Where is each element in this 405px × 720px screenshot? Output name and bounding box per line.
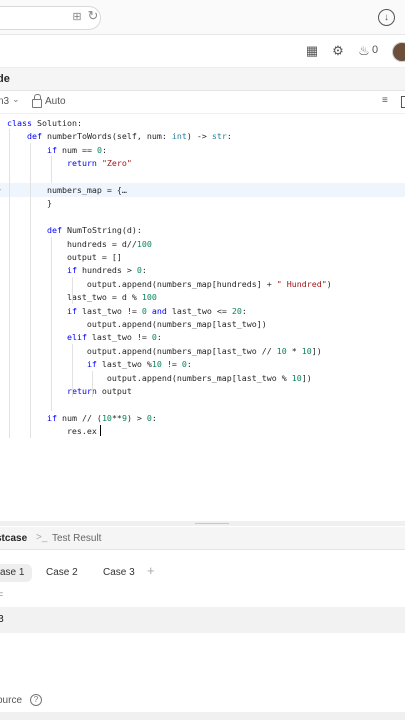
testcase-input[interactable] <box>0 607 405 633</box>
code-line[interactable]: output.append(numbers_map[last_two]) <box>0 317 405 331</box>
format-icon[interactable]: ≡ <box>382 96 393 106</box>
code-editor[interactable]: class Solution: def numberToWords(self, … <box>0 114 405 438</box>
expand-icon[interactable] <box>401 96 405 108</box>
code-line[interactable]: hundreds = d//100 <box>0 237 405 251</box>
code-line[interactable]: def NumToString(d): <box>0 223 405 237</box>
param-label: = <box>0 589 4 599</box>
code-line[interactable]: return output <box>0 384 405 398</box>
code-line[interactable]: def numberToWords(self, num: int) -> str… <box>0 129 405 143</box>
download-icon[interactable]: ↓ <box>378 9 395 26</box>
chevron-down-icon[interactable]: ⌄ <box>12 94 20 105</box>
code-line[interactable]: class Solution: <box>0 116 405 130</box>
code-line[interactable]: if num == 0: <box>0 143 405 157</box>
bottom-strip <box>0 712 405 720</box>
code-line[interactable]: if last_two != 0 and last_two <= 20: <box>0 304 405 318</box>
reload-icon[interactable]: ↻ <box>86 9 100 23</box>
code-line[interactable] <box>0 170 405 184</box>
panel-title[interactable]: de <box>0 73 10 85</box>
code-line[interactable]: } <box>0 196 405 210</box>
code-line[interactable]: numbers_map = {… <box>0 183 405 197</box>
tab-test-result[interactable]: Test Result <box>52 533 101 544</box>
code-line[interactable]: output = [] <box>0 250 405 264</box>
code-line[interactable]: elif last_two != 0: <box>0 330 405 344</box>
code-line[interactable]: res.ex <box>0 424 405 438</box>
code-line[interactable]: output.append(numbers_map[hundreds] + " … <box>0 277 405 291</box>
gear-icon[interactable]: ⚙ <box>330 43 346 59</box>
case-tab-1[interactable]: ase 1 <box>0 564 33 582</box>
code-line[interactable]: if hundreds > 0: <box>0 263 405 277</box>
code-line[interactable] <box>0 210 405 224</box>
case-tab-3[interactable]: Case 3 <box>95 564 143 582</box>
lock-body-icon <box>32 99 42 108</box>
fold-arrow-icon[interactable]: › <box>0 184 1 194</box>
code-line[interactable]: last_two = d % 100 <box>0 290 405 304</box>
language-select[interactable]: n3 <box>0 96 9 107</box>
code-line[interactable]: output.append(numbers_map[last_two // 10… <box>0 344 405 358</box>
code-line[interactable]: return "Zero" <box>0 156 405 170</box>
add-case-button[interactable]: + <box>147 563 155 578</box>
indent-guide <box>51 236 52 411</box>
code-line[interactable]: if num // (10**9) > 0: <box>0 411 405 425</box>
fire-icon[interactable]: ♨ <box>356 43 372 59</box>
indent-guide <box>72 276 73 304</box>
code-line[interactable]: if last_two %10 != 0: <box>0 357 405 371</box>
avatar[interactable] <box>392 42 405 62</box>
indent-guide <box>51 156 52 183</box>
layout-icon[interactable]: ▦ <box>304 43 320 59</box>
translate-icon[interactable]: ⊞ <box>70 10 84 24</box>
indent-guide <box>72 343 73 398</box>
streak-count: 0 <box>372 44 379 56</box>
splitter-grip[interactable] <box>195 523 229 524</box>
code-line[interactable]: output.append(numbers_map[last_two % 10]… <box>0 371 405 385</box>
source-link[interactable]: ource <box>0 695 22 706</box>
terminal-icon: >_ <box>36 532 48 543</box>
code-line[interactable] <box>0 397 405 411</box>
tab-testcase[interactable]: stcase <box>0 533 27 544</box>
indent-guide <box>30 142 31 438</box>
text-cursor <box>100 425 101 436</box>
panel-tab-bar <box>0 68 405 91</box>
help-icon[interactable]: ? <box>30 694 42 706</box>
testcase-input-value[interactable]: 3 <box>0 614 4 625</box>
indent-guide <box>92 370 93 398</box>
autosave-mode[interactable]: Auto <box>45 96 66 107</box>
indent-guide <box>9 129 10 438</box>
case-tab-2[interactable]: Case 2 <box>38 564 86 582</box>
